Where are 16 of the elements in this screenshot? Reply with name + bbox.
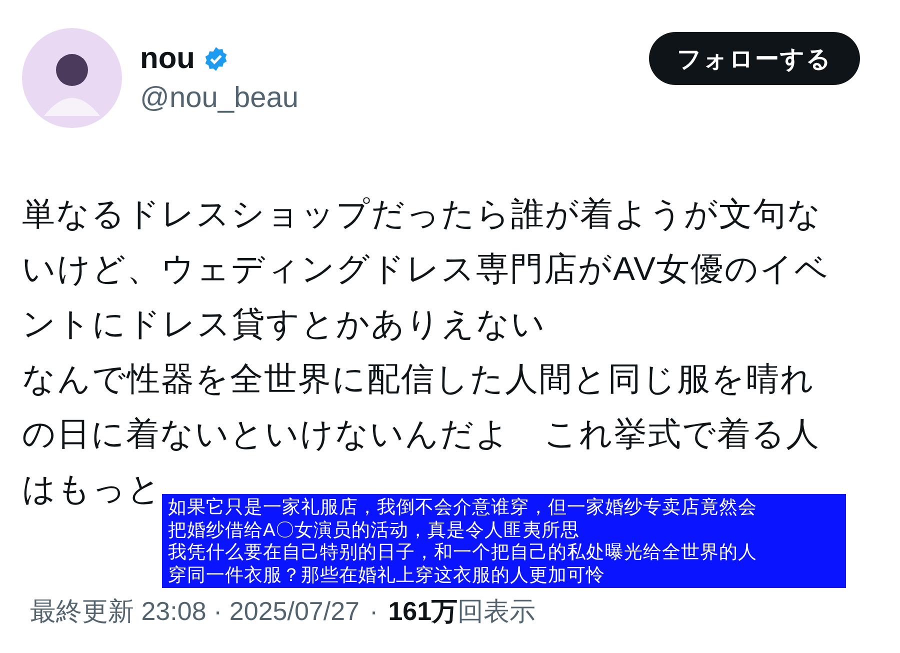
tweet-text: の日に着ないといけないんだよ これ挙式で着る人 (22, 414, 820, 454)
translation-text: 我凭什么要在自己特别的日子，和一个把自己的私处曝光给全世界的人 (168, 541, 757, 564)
tweet-text: はもっと (22, 469, 162, 509)
separator-dot: · (370, 596, 378, 627)
translation-text: 把婚纱借给A〇女演员的活动，真是令人匪夷所思 (168, 518, 580, 541)
tweet-text: なんで性器を全世界に配信した人間と同じ服を晴れ (22, 359, 815, 399)
translation-text: 如果它只是一家礼服店，我倒不会介意谁穿，但一家婚纱专卖店竟然会 (168, 496, 757, 518)
view-count: 161万回表示 (388, 595, 536, 628)
user-name: nou (140, 42, 195, 76)
timestamp: 最終更新 23:08 · 2025/07/27 (30, 595, 360, 628)
tweet-text: 単なるドレスショップだったら誰が着ようが文句な (22, 194, 822, 234)
follow-button[interactable]: フォローする (649, 32, 860, 85)
tweet-text: ントにドレス貸すとかありえない (22, 304, 546, 344)
translation-text: 穿同一件衣服？那些在婚礼上穿这衣服的人更加可怜 (168, 564, 605, 586)
user-handle: @nou_beau (140, 82, 298, 115)
tweet-text: いけど、ウェディングドレス専門店がAV女優のイベ (22, 249, 830, 289)
